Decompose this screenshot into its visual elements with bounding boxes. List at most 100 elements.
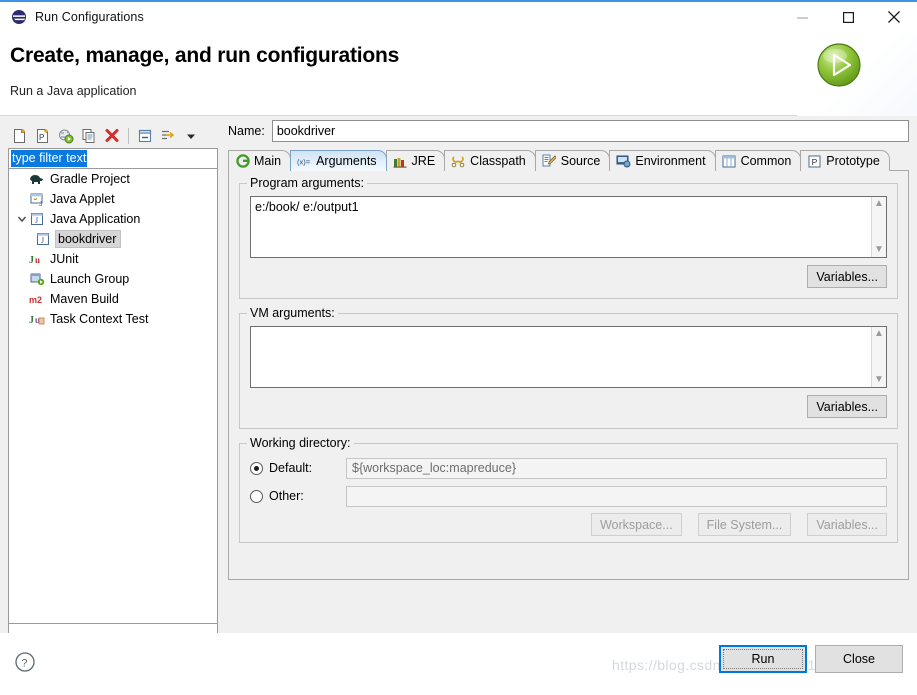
run-configurations-dialog: Run Configurations Create, manage, and r… [0, 0, 917, 695]
vm-arguments-variables-button[interactable]: Variables... [807, 395, 887, 418]
vm-arguments-group: VM arguments: ▲ ▼ Variables... [239, 306, 898, 429]
tab-classpath[interactable]: Classpath [444, 150, 536, 171]
working-directory-default-radio[interactable]: Default: [250, 461, 346, 475]
tab-label: Prototype [826, 154, 880, 168]
tree-item-java-application[interactable]: J Java Application [9, 209, 217, 229]
vm-arguments-textarea[interactable]: ▲ ▼ [250, 326, 887, 388]
working-directory-default-row: Default: ${workspace_loc:mapreduce} [250, 456, 887, 480]
dialog-buttons: Run Close [719, 645, 903, 673]
tree-item-junit[interactable]: J u JUnit [9, 249, 217, 269]
scroll-up-icon[interactable]: ▲ [874, 329, 884, 339]
delete-x-icon[interactable] [102, 126, 122, 146]
tree-item-bookdriver[interactable]: J bookdriver [9, 229, 217, 249]
close-button[interactable] [871, 2, 917, 32]
help-question-icon[interactable]: ? [14, 651, 36, 673]
tab-label: Environment [635, 154, 706, 168]
gradle-elephant-icon [29, 171, 45, 187]
configurations-tree[interactable]: Gradle Project J Java Applet J Java Appl… [8, 169, 218, 624]
radio-off-icon [250, 489, 263, 503]
tree-item-label: Java Applet [50, 192, 115, 206]
close-button-footer[interactable]: Close [815, 645, 903, 673]
filter-input[interactable]: type filter text [8, 148, 218, 169]
tree-item-label: Maven Build [50, 292, 119, 306]
junit-icon: J u [29, 251, 45, 267]
tree-item-label: Java Application [50, 212, 141, 226]
tab-main[interactable]: Main [228, 150, 292, 171]
working-directory-variables-button[interactable]: Variables... [807, 513, 887, 536]
scroll-down-icon[interactable]: ▼ [874, 245, 884, 255]
page-subtitle: Run a Java application [10, 84, 137, 98]
scroll-up-icon[interactable]: ▲ [874, 199, 884, 209]
twisty-placeholder [15, 292, 29, 306]
configurations-panel: P type filter text Gradle Project J Java… [8, 124, 218, 668]
svg-text:J: J [39, 201, 43, 207]
duplicate-icon[interactable] [79, 126, 99, 146]
task-context-test-icon: J u [29, 311, 45, 327]
tab-source[interactable]: Source [534, 150, 611, 171]
workspace-button[interactable]: Workspace... [590, 513, 682, 536]
window-controls [779, 2, 917, 32]
chevron-down-icon[interactable] [181, 126, 201, 146]
java-app-icon: J [35, 231, 51, 247]
program-arguments-value: e:/book/ e:/output1 [255, 200, 359, 214]
name-input[interactable] [271, 120, 909, 142]
svg-text:m2: m2 [29, 295, 42, 305]
twisty-expanded-icon[interactable] [15, 212, 29, 226]
export-run-icon[interactable] [56, 126, 76, 146]
dialog-header: Create, manage, and run configurations R… [0, 32, 917, 116]
program-arguments-variables-button[interactable]: Variables... [807, 265, 887, 288]
tree-item-gradle-project[interactable]: Gradle Project [9, 169, 217, 189]
tab-common[interactable]: Common [714, 150, 802, 171]
program-arguments-textarea[interactable]: e:/book/ e:/output1 ▲ ▼ [250, 196, 887, 258]
working-directory-default-input: ${workspace_loc:mapreduce} [346, 457, 887, 479]
tab-bar: Main (x)= Arguments JRE Classpath Source… [228, 149, 909, 171]
svg-text:(x)=: (x)= [297, 157, 311, 166]
tab-jre[interactable]: JRE [385, 150, 446, 171]
tree-item-launch-group[interactable]: Launch Group [9, 269, 217, 289]
prototype-p-icon: P [807, 154, 822, 169]
configuration-editor: Name: Main (x)= [228, 120, 909, 695]
environment-icon [616, 154, 631, 169]
vm-arguments-scrollbar[interactable]: ▲ ▼ [871, 327, 886, 387]
svg-text:?: ? [21, 658, 27, 670]
tab-arguments[interactable]: (x)= Arguments [290, 150, 387, 171]
run-button[interactable]: Run [719, 645, 807, 673]
tree-item-task-context-test[interactable]: J u Task Context Test [9, 309, 217, 329]
new-file-icon[interactable] [10, 126, 30, 146]
program-arguments-label: Program arguments: [247, 176, 367, 190]
working-directory-actions: Workspace... File System... Variables... [250, 513, 887, 536]
svg-text:J: J [29, 255, 34, 266]
twisty-placeholder [15, 252, 29, 266]
arguments-xeq-icon: (x)= [297, 154, 312, 169]
working-directory-other-radio[interactable]: Other: [250, 489, 346, 503]
working-directory-label: Working directory: [247, 436, 354, 450]
run-play-icon [815, 41, 863, 89]
svg-text:P: P [39, 133, 44, 142]
working-directory-other-row: Other: [250, 484, 887, 508]
minimize-button[interactable] [779, 2, 825, 32]
maximize-button[interactable] [825, 2, 871, 32]
header-banner [797, 32, 917, 116]
working-directory-other-input[interactable] [346, 485, 887, 507]
name-row: Name: [228, 120, 909, 142]
title-bar: Run Configurations [0, 2, 917, 32]
twisty-placeholder [15, 172, 29, 186]
working-directory-other-label: Other: [269, 489, 304, 503]
twisty-placeholder [15, 312, 29, 326]
jre-books-icon [393, 154, 408, 169]
maven-m2-icon: m2 [29, 291, 45, 307]
svg-text:J: J [41, 236, 44, 245]
file-system-button[interactable]: File System... [697, 513, 792, 536]
program-arguments-actions: Variables... [250, 265, 887, 288]
tab-prototype[interactable]: P Prototype [800, 150, 890, 171]
tree-item-java-applet[interactable]: J Java Applet [9, 189, 217, 209]
scroll-down-icon[interactable]: ▼ [874, 375, 884, 385]
tab-environment[interactable]: Environment [609, 150, 716, 171]
dialog-footer: ? https://blog.csdn.net/weixin_41303016 … [0, 633, 917, 695]
program-arguments-scrollbar[interactable]: ▲ ▼ [871, 197, 886, 257]
filter-icon[interactable] [158, 126, 178, 146]
tree-item-maven-build[interactable]: m2 Maven Build [9, 289, 217, 309]
svg-text:P: P [812, 157, 818, 167]
collapse-all-icon[interactable] [135, 126, 155, 146]
new-prototype-icon[interactable]: P [33, 126, 53, 146]
